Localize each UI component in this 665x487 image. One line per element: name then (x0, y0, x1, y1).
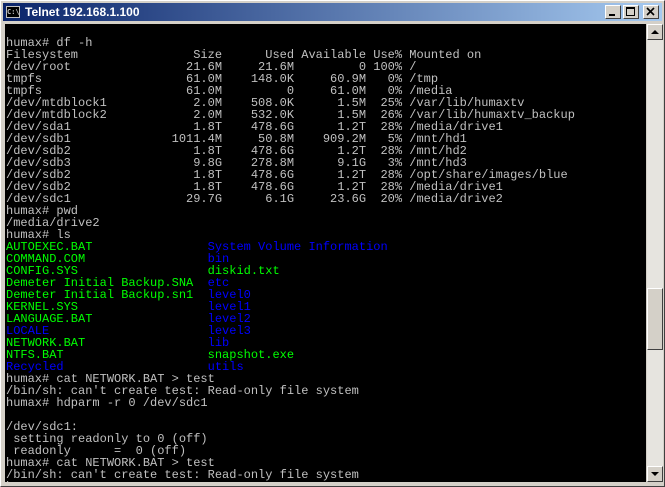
telnet-window: C:\ Telnet 192.168.1.100 humax# df -h Fil… (0, 0, 665, 487)
maximize-icon (626, 7, 635, 16)
close-icon (646, 7, 655, 16)
title-bar[interactable]: C:\ Telnet 192.168.1.100 (3, 3, 662, 21)
terminal-line: humax# hdparm -r 0 /dev/sdc1 (6, 397, 575, 409)
scrollbar-thumb[interactable] (647, 288, 663, 350)
vertical-scrollbar[interactable] (647, 24, 663, 482)
console-icon[interactable]: C:\ (6, 6, 20, 18)
terminal-line: /dev/sdc1 29.7G 6.1G 23.6G 20% /media/dr… (6, 193, 575, 205)
terminal-text: humax# hdparm -r 0 /dev/sdc1 (6, 396, 208, 410)
minimize-icon (609, 14, 615, 16)
terminal-text: /bin/sh: can't create test: Read-only fi… (6, 468, 359, 482)
prompt: humax# (6, 480, 56, 482)
terminal-line: /bin/sh: can't create test: Read-only fi… (6, 469, 575, 481)
window-title: Telnet 192.168.1.100 (25, 5, 140, 19)
terminal-text: /dev/sdc1 29.7G 6.1G 23.6G 20% /media/dr… (6, 192, 503, 206)
ls-entry: System Volume Information (207, 240, 388, 254)
scroll-up-button[interactable] (647, 24, 663, 40)
arrow-up-icon (651, 30, 659, 34)
scroll-down-button[interactable] (647, 466, 663, 482)
arrow-down-icon (651, 472, 659, 476)
terminal-output: humax# df -h Filesystem Size Used Availab… (6, 37, 575, 482)
minimize-button[interactable] (605, 5, 621, 19)
terminal-area[interactable]: humax# df -h Filesystem Size Used Availab… (5, 24, 646, 482)
window-controls (603, 5, 659, 19)
close-button[interactable] (643, 5, 659, 19)
maximize-button[interactable] (623, 5, 639, 19)
terminal-line: /media/drive2 (6, 217, 575, 229)
